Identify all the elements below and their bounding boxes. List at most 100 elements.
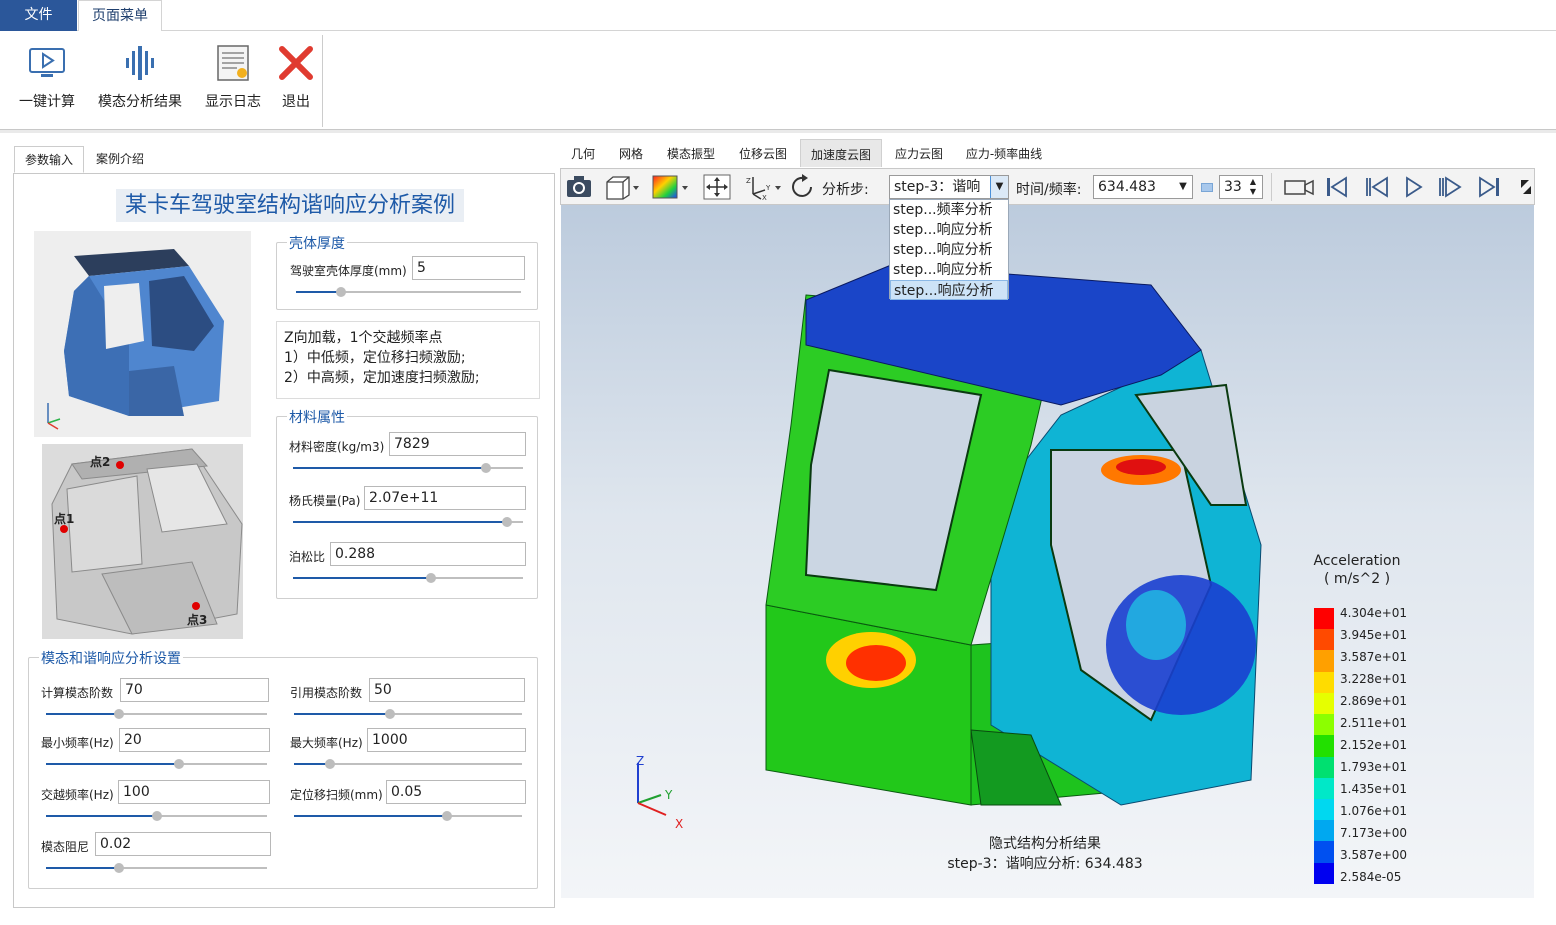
- tab-parameter-input[interactable]: 参数输入: [14, 146, 84, 173]
- poisson-input[interactable]: 0.288: [330, 542, 526, 566]
- point-label-1: 点1: [54, 512, 75, 526]
- fit-view-button[interactable]: [703, 173, 731, 201]
- slider-thumb[interactable]: [481, 463, 492, 473]
- density-slider[interactable]: [293, 463, 523, 473]
- thickness-slider[interactable]: [296, 287, 521, 297]
- damping-slider[interactable]: [46, 863, 267, 873]
- slider-thumb[interactable]: [336, 287, 346, 297]
- fmax-label: 最大频率(Hz): [290, 736, 363, 750]
- legend-swatch: [1314, 735, 1334, 757]
- step-option-selected[interactable]: step...响应分析: [890, 280, 1008, 300]
- cross-freq-input[interactable]: 100: [118, 780, 270, 804]
- slider-thumb[interactable]: [151, 811, 162, 821]
- tab-mode-shape[interactable]: 模态振型: [656, 139, 726, 167]
- frame-spinbox[interactable]: 33 ▲ ▼: [1219, 175, 1263, 199]
- disp-sweep-input[interactable]: 0.05: [386, 780, 526, 804]
- rotate-button[interactable]: [789, 173, 817, 201]
- frame-slider-handle[interactable]: [1201, 183, 1213, 192]
- legend-swatch: [1314, 714, 1334, 736]
- fmax-input[interactable]: 1000: [367, 728, 526, 752]
- modulus-input[interactable]: 2.07e+11: [364, 486, 526, 510]
- step-option[interactable]: step...响应分析: [890, 260, 1008, 280]
- result-caption-step: step-3：谐响应分析: 634.483: [947, 856, 1143, 872]
- analysis-settings-title: 模态和谐响应分析设置: [39, 648, 183, 668]
- tab-stress-frequency[interactable]: 应力-频率曲线: [956, 139, 1052, 167]
- modes-input[interactable]: 70: [120, 678, 269, 702]
- camera-icon: [567, 176, 591, 197]
- result-caption-title: 隐式结构分析结果: [989, 836, 1101, 852]
- fmin-input[interactable]: 20: [119, 728, 270, 752]
- cross-freq-slider[interactable]: [46, 811, 267, 821]
- poisson-label: 泊松比: [289, 550, 326, 564]
- legend-units: ( m/s^2 ): [1323, 571, 1391, 587]
- legend-label: 2.511e+01: [1340, 716, 1408, 730]
- disp-sweep-label: 定位移扫频(mm): [290, 788, 383, 802]
- legend-swatch: [1314, 629, 1334, 651]
- one-click-compute-button[interactable]: 一键计算: [12, 39, 82, 119]
- thickness-label: 驾驶室壳体厚度(mm): [290, 264, 407, 278]
- tab-displacement[interactable]: 位移云图: [728, 139, 798, 167]
- slider-thumb[interactable]: [426, 573, 436, 583]
- skip-last-icon: [1479, 176, 1499, 198]
- axis-z-label: Z: [636, 754, 645, 768]
- log-document-icon: [217, 45, 249, 81]
- legend-swatch: [1314, 820, 1334, 842]
- first-frame-button[interactable]: [1325, 173, 1349, 201]
- thickness-input[interactable]: 5: [412, 256, 525, 280]
- modal-results-label: 模态分析结果: [98, 94, 182, 110]
- slider-thumb[interactable]: [173, 759, 184, 769]
- legend-swatch: [1314, 777, 1334, 799]
- density-input[interactable]: 7829: [389, 432, 526, 456]
- legend-label: 3.228e+01: [1340, 672, 1408, 686]
- viewer-toolbar: Z YX 分析步: step-3：谐响 ▼ 时间/频率: 634.483 ▼ 33…: [560, 168, 1535, 205]
- modulus-slider[interactable]: [293, 517, 523, 527]
- slider-thumb[interactable]: [325, 759, 336, 769]
- step-option[interactable]: step...响应分析: [890, 220, 1008, 240]
- rotate-icon: [792, 174, 812, 197]
- next-frame-button[interactable]: [1437, 173, 1463, 201]
- modes-slider[interactable]: [46, 709, 267, 719]
- show-log-button[interactable]: 显示日志: [198, 39, 268, 119]
- slider-thumb[interactable]: [384, 709, 395, 719]
- view-cube-button[interactable]: [603, 173, 641, 201]
- fullscreen-button[interactable]: [1519, 173, 1533, 201]
- damping-input[interactable]: 0.02: [95, 832, 271, 856]
- tab-case-intro[interactable]: 案例介绍: [86, 146, 158, 173]
- slider-thumb[interactable]: [441, 811, 452, 821]
- shell-thickness-title: 壳体厚度: [287, 233, 347, 253]
- exit-button[interactable]: 退出: [270, 39, 322, 119]
- colormap-button[interactable]: [651, 173, 691, 201]
- disp-sweep-slider[interactable]: [294, 811, 522, 821]
- fmax-slider[interactable]: [294, 759, 522, 769]
- legend-swatch: [1314, 862, 1334, 884]
- time-frequency-select[interactable]: 634.483 ▼: [1093, 175, 1193, 199]
- slider-thumb[interactable]: [113, 863, 124, 873]
- step-option[interactable]: step...频率分析: [890, 200, 1008, 220]
- tab-mesh[interactable]: 网格: [608, 139, 654, 167]
- poisson-slider[interactable]: [293, 573, 523, 583]
- ref-modes-slider[interactable]: [294, 709, 522, 719]
- screenshot-button[interactable]: [565, 173, 593, 201]
- modes-label: 计算模态阶数: [41, 686, 114, 700]
- tab-geometry[interactable]: 几何: [560, 139, 606, 167]
- slider-thumb[interactable]: [113, 709, 124, 719]
- step-option[interactable]: step...响应分析: [890, 240, 1008, 260]
- slider-thumb[interactable]: [501, 517, 512, 527]
- axis-orientation-button[interactable]: Z YX: [743, 173, 783, 201]
- step-select[interactable]: step-3：谐响 ▼: [889, 175, 1009, 199]
- tab-file[interactable]: 文件: [0, 0, 77, 31]
- step-select-value: step-3：谐响: [894, 179, 981, 195]
- tab-page-menu[interactable]: 页面菜单: [78, 0, 162, 32]
- fmin-slider[interactable]: [46, 759, 267, 769]
- frame-value: 33: [1224, 179, 1242, 195]
- record-video-button[interactable]: [1283, 173, 1315, 201]
- last-frame-button[interactable]: [1477, 173, 1501, 201]
- tab-stress[interactable]: 应力云图: [884, 139, 954, 167]
- move-arrows-icon: [703, 174, 731, 200]
- modal-results-button[interactable]: 模态分析结果: [92, 39, 188, 119]
- previous-frame-button[interactable]: [1363, 173, 1389, 201]
- tab-acceleration[interactable]: 加速度云图: [800, 139, 882, 167]
- legend-swatch: [1314, 608, 1334, 630]
- play-button[interactable]: [1403, 173, 1425, 201]
- ref-modes-input[interactable]: 50: [369, 678, 525, 702]
